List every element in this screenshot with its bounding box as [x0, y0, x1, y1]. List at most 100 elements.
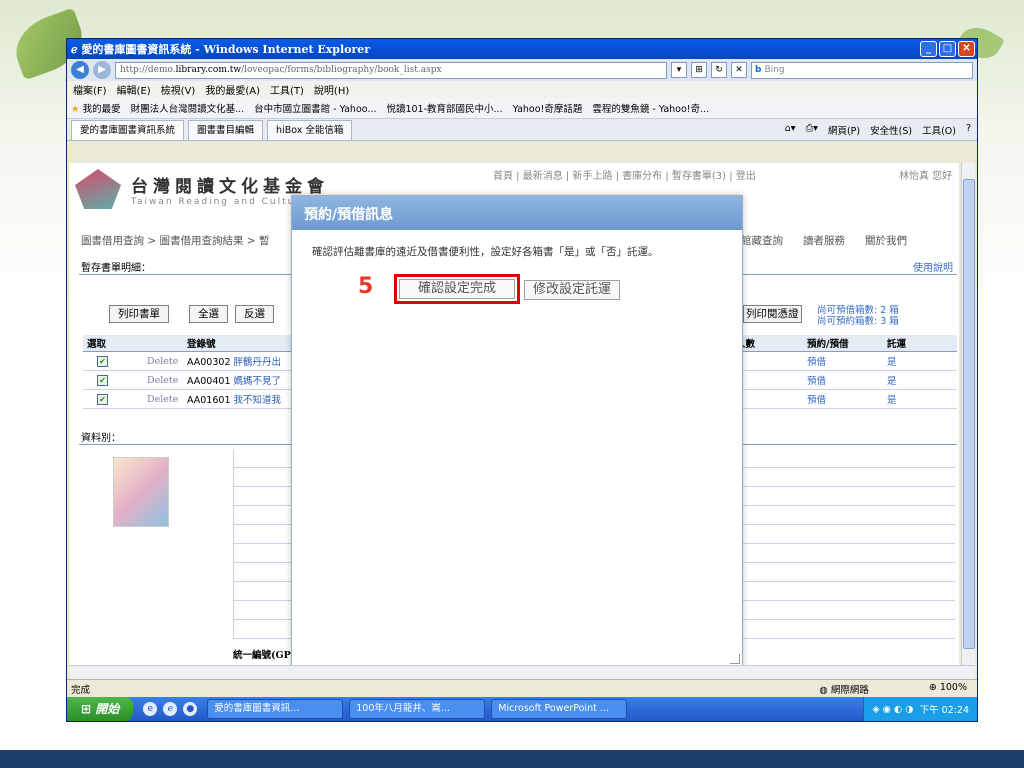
taskbar: ⊞ 開始 e ℯ ● 愛的書庫圖書資訊... 100年八月龍井、崙... Mic… — [67, 697, 977, 721]
highlight-box: 確認設定完成 — [394, 274, 520, 304]
book-title[interactable]: 媽媽不見了 — [234, 376, 282, 387]
search-input[interactable]: b Bing — [751, 61, 973, 79]
invert-selection-button[interactable]: 反選 — [235, 305, 274, 323]
row-checkbox[interactable]: ✔ — [97, 393, 108, 405]
print-list-button[interactable]: 列印書單 — [109, 305, 169, 323]
col-type: 預約/預借 — [803, 335, 883, 352]
site-title: 台灣閱讀文化基金會 — [131, 176, 329, 197]
dialog-message: 確認評估離書庫的遠近及借書便利性，設定好各箱書「是」或「否」託運。 — [312, 246, 659, 258]
consign-flag[interactable]: 是 — [883, 370, 957, 390]
delete-link[interactable]: Delete — [143, 351, 183, 371]
tab-library[interactable]: 愛的書庫圖書資訊系統 — [71, 119, 185, 140]
status-text: 完成 — [71, 684, 91, 696]
tool-safety[interactable]: 安全性(S) — [870, 123, 912, 137]
modify-consign-button[interactable]: 修改設定託運 — [524, 280, 621, 300]
maximize-button[interactable]: □ — [939, 41, 956, 57]
status-bar: 完成 ◍ 網際網路 ⊕ 100% — [67, 679, 977, 697]
reserve-type[interactable]: 預借 — [803, 389, 883, 409]
menu-tools[interactable]: 工具(T) — [270, 82, 304, 97]
home-icon[interactable]: ⌂▾ — [785, 123, 796, 137]
nav-reader-service[interactable]: 讀者服務 — [803, 233, 845, 248]
horizontal-scrollbar[interactable] — [69, 665, 975, 679]
start-button[interactable]: ⊞ 開始 — [67, 697, 134, 721]
print-icon[interactable]: ⎙▾ — [806, 123, 818, 137]
task-powerpoint[interactable]: Microsoft PowerPoint ... — [491, 699, 628, 719]
menu-edit[interactable]: 編輯(E) — [117, 82, 151, 97]
favorites-label: 我的最愛 — [82, 104, 121, 115]
window-title: 愛的書庫圖書資訊系統 - Windows Internet Explorer — [81, 43, 371, 56]
top-nav[interactable]: 首頁 | 最新消息 | 新手上路 | 書庫分布 | 暫存書單(3) | 登出 — [493, 167, 756, 182]
globe-icon: ◍ — [819, 684, 831, 696]
close-button[interactable]: ✕ — [958, 41, 975, 57]
favorite-item-5[interactable]: 雲程的雙魚鏡 - Yahoo!奇... — [592, 101, 709, 115]
print-receipt-button[interactable]: 列印閱憑證 — [743, 305, 802, 323]
row-checkbox[interactable]: ✔ — [97, 355, 108, 367]
media-icon[interactable]: ● — [183, 702, 198, 716]
slide-bottom-bar — [0, 750, 1024, 768]
bing-icon: b — [755, 65, 762, 75]
resize-grip-icon[interactable] — [730, 654, 740, 664]
list-header-label: 暫存書單明細： — [81, 263, 151, 274]
book-title[interactable]: 我不知道我 — [234, 395, 282, 406]
address-bar: ◀ ▶ http://demo. library.com.tw/loveopac/… — [67, 59, 977, 81]
star-icon: ★ — [71, 104, 80, 115]
favorite-item-3[interactable]: 悅讀101-教育部國民中小... — [386, 101, 502, 115]
consign-flag[interactable]: 是 — [883, 389, 957, 409]
reserve-type[interactable]: 預借 — [803, 370, 883, 390]
dropdown-icon[interactable]: ▾ — [671, 62, 687, 78]
menu-help[interactable]: 說明(H) — [314, 82, 349, 97]
book-title[interactable]: 胖鶴丹丹出 — [234, 357, 282, 368]
tab-hibox[interactable]: hiBox 全能信箱 — [267, 119, 353, 140]
scroll-thumb[interactable] — [963, 179, 975, 649]
tool-tools[interactable]: 工具(O) — [922, 123, 956, 137]
dialog-title: 預約/預借訊息 — [292, 196, 742, 230]
tab-book-edit[interactable]: 圖書書目編輯 — [188, 119, 264, 140]
consign-flag[interactable]: 是 — [883, 351, 957, 371]
favorites-button[interactable]: ★ 我的最愛 — [71, 101, 121, 115]
refresh-icon[interactable]: ↻ — [711, 62, 727, 78]
task-library[interactable]: 愛的書庫圖書資訊... — [207, 699, 344, 719]
reserve-type[interactable]: 預借 — [803, 351, 883, 371]
row-checkbox[interactable]: ✔ — [97, 374, 108, 386]
compat-icon[interactable]: ⊞ — [691, 62, 707, 78]
menu-favorites[interactable]: 我的最愛(A) — [205, 82, 260, 97]
vertical-scrollbar[interactable] — [961, 163, 975, 665]
ie-quicklaunch-icon[interactable]: ℯ — [163, 702, 178, 716]
reg-no: AA00401 — [187, 376, 231, 387]
address-input[interactable]: http://demo. library.com.tw/loveopac/form… — [115, 61, 667, 79]
page-content: 台灣閱讀文化基金會 Taiwan Reading and Cultur 首頁 |… — [69, 163, 959, 665]
nav-collection[interactable]: 館藏查詢 — [741, 233, 783, 248]
favorite-item-4[interactable]: Yahoo!奇摩話題 — [513, 101, 583, 115]
tool-page[interactable]: 網頁(P) — [828, 123, 860, 137]
windows-icon: ⊞ — [81, 702, 96, 716]
ie-icon: ℯ — [71, 42, 82, 56]
menu-bar: 檔案(F) 編輯(E) 檢視(V) 我的最愛(A) 工具(T) 說明(H) — [67, 81, 977, 98]
select-all-button[interactable]: 全選 — [189, 305, 228, 323]
clock: 下午 02:24 — [919, 705, 969, 716]
back-button[interactable]: ◀ — [71, 61, 89, 79]
reservation-dialog: 預約/預借訊息 確認評估離書庫的遠近及借書便利性，設定好各箱書「是」或「否」託運… — [291, 195, 743, 665]
help-link[interactable]: 使用說明 — [913, 259, 957, 274]
step-number: 5 — [358, 274, 374, 299]
favorite-item-1[interactable]: 財團法人台灣閱讀文化基... — [131, 101, 245, 115]
menu-file[interactable]: 檔案(F) — [73, 82, 107, 97]
zoom-control[interactable]: ⊕ 100% — [929, 682, 967, 696]
url-prefix: http://demo. — [120, 65, 176, 75]
stop-icon[interactable]: ✕ — [731, 62, 747, 78]
nav-about[interactable]: 關於我們 — [865, 233, 907, 248]
minimize-button[interactable]: _ — [920, 41, 937, 57]
right-nav: 館藏查詢 讀者服務 關於我們 — [741, 233, 907, 248]
breadcrumb[interactable]: 圖書借用查詢 > 圖書借用查詢結果 > 暫 — [81, 233, 269, 248]
favorite-item-2[interactable]: 台中市國立圖書館 - Yahoo... — [254, 101, 376, 115]
delete-link[interactable]: Delete — [143, 389, 183, 409]
help-icon[interactable]: ? — [966, 123, 971, 137]
confirm-settings-button[interactable]: 確認設定完成 — [399, 279, 515, 299]
browser-window: ℯ 愛的書庫圖書資訊系統 - Windows Internet Explorer… — [66, 38, 978, 722]
tray-icons[interactable]: ◈ ◉ ◐ ◑ — [872, 704, 913, 715]
delete-link[interactable]: Delete — [143, 370, 183, 390]
quicklaunch-icon[interactable]: e — [143, 702, 158, 716]
task-folder[interactable]: 100年八月龍井、崙... — [349, 699, 486, 719]
title-bar: ℯ 愛的書庫圖書資訊系統 - Windows Internet Explorer… — [67, 39, 977, 59]
forward-button[interactable]: ▶ — [93, 61, 111, 79]
menu-view[interactable]: 檢視(V) — [161, 82, 196, 97]
